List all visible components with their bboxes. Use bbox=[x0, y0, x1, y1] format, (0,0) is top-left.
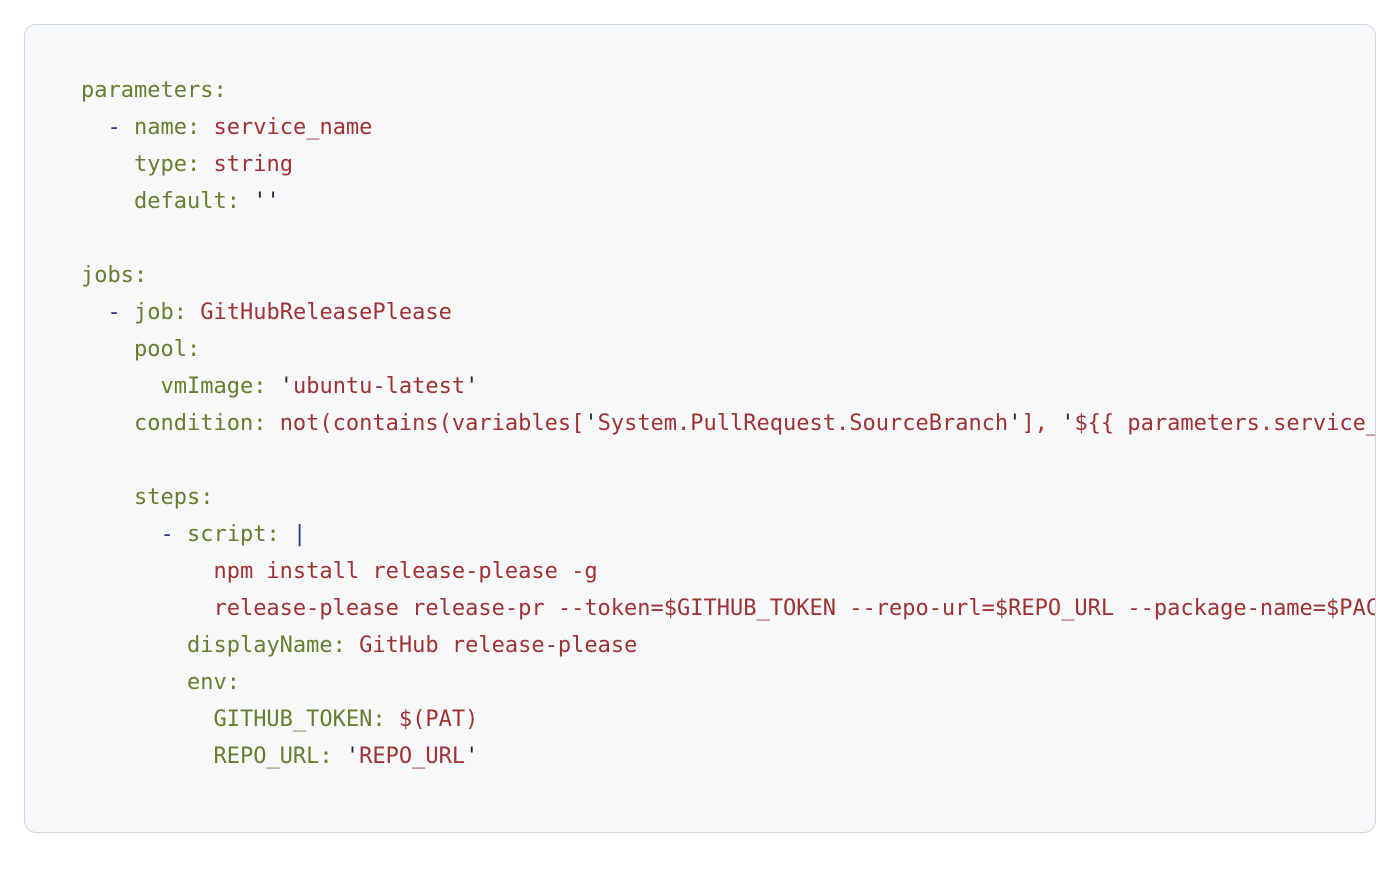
token bbox=[81, 744, 213, 769]
token bbox=[81, 337, 134, 362]
token: REPO_URL bbox=[359, 744, 465, 769]
token: '' bbox=[253, 189, 280, 214]
token bbox=[81, 115, 108, 140]
token: script: bbox=[187, 522, 280, 547]
token bbox=[266, 411, 279, 436]
token bbox=[81, 559, 213, 584]
token: | bbox=[293, 522, 306, 547]
token: ' bbox=[465, 744, 478, 769]
token bbox=[174, 522, 187, 547]
token bbox=[81, 485, 134, 510]
token: ], bbox=[1021, 411, 1061, 436]
token: type: bbox=[134, 152, 200, 177]
token: ' bbox=[584, 411, 597, 436]
token bbox=[81, 300, 108, 325]
token bbox=[81, 596, 213, 621]
token: GITHUB_TOKEN: bbox=[213, 707, 385, 732]
token: ' bbox=[1061, 411, 1074, 436]
token bbox=[81, 670, 187, 695]
token: npm install release-please -g bbox=[213, 559, 597, 584]
token: ubuntu-latest bbox=[293, 374, 465, 399]
code-block[interactable]: parameters: - name: service_name type: s… bbox=[24, 24, 1376, 833]
token: - bbox=[160, 522, 173, 547]
token bbox=[386, 707, 399, 732]
token: job: bbox=[134, 300, 187, 325]
token: displayName: bbox=[187, 633, 346, 658]
token bbox=[200, 152, 213, 177]
token: vmImage: bbox=[160, 374, 266, 399]
token: REPO_URL: bbox=[213, 744, 332, 769]
token bbox=[121, 300, 134, 325]
token: steps: bbox=[134, 485, 213, 510]
token bbox=[346, 633, 359, 658]
token: - bbox=[108, 300, 121, 325]
token bbox=[200, 115, 213, 140]
token bbox=[81, 374, 160, 399]
token bbox=[81, 707, 213, 732]
token: ' bbox=[280, 374, 293, 399]
token: default: bbox=[134, 189, 240, 214]
token: System.PullRequest.SourceBranch bbox=[598, 411, 1009, 436]
token: string bbox=[213, 152, 292, 177]
token: ' bbox=[1008, 411, 1021, 436]
token: GitHub release-please bbox=[359, 633, 637, 658]
token bbox=[81, 189, 134, 214]
token: parameters: bbox=[81, 78, 227, 103]
token: condition: bbox=[134, 411, 266, 436]
token bbox=[266, 374, 279, 399]
token: pool: bbox=[134, 337, 200, 362]
token: $(PAT) bbox=[399, 707, 478, 732]
token: name: bbox=[134, 115, 200, 140]
token bbox=[187, 300, 200, 325]
token bbox=[280, 522, 293, 547]
yaml-code: parameters: - name: service_name type: s… bbox=[81, 78, 1376, 769]
token bbox=[121, 115, 134, 140]
token: ' bbox=[346, 744, 359, 769]
token bbox=[81, 633, 187, 658]
token: ' bbox=[465, 374, 478, 399]
token bbox=[333, 744, 346, 769]
token bbox=[81, 152, 134, 177]
token: not(contains(variables[ bbox=[280, 411, 585, 436]
token: env: bbox=[187, 670, 240, 695]
token bbox=[81, 522, 160, 547]
token: jobs: bbox=[81, 263, 147, 288]
token bbox=[240, 189, 253, 214]
token: service_name bbox=[213, 115, 372, 140]
token: GitHubReleasePlease bbox=[200, 300, 452, 325]
token: ${{ parameters.service_name }} bbox=[1074, 411, 1376, 436]
token bbox=[81, 411, 134, 436]
token: release-please release-pr --token=$GITHU… bbox=[213, 596, 1376, 621]
token: - bbox=[108, 115, 121, 140]
